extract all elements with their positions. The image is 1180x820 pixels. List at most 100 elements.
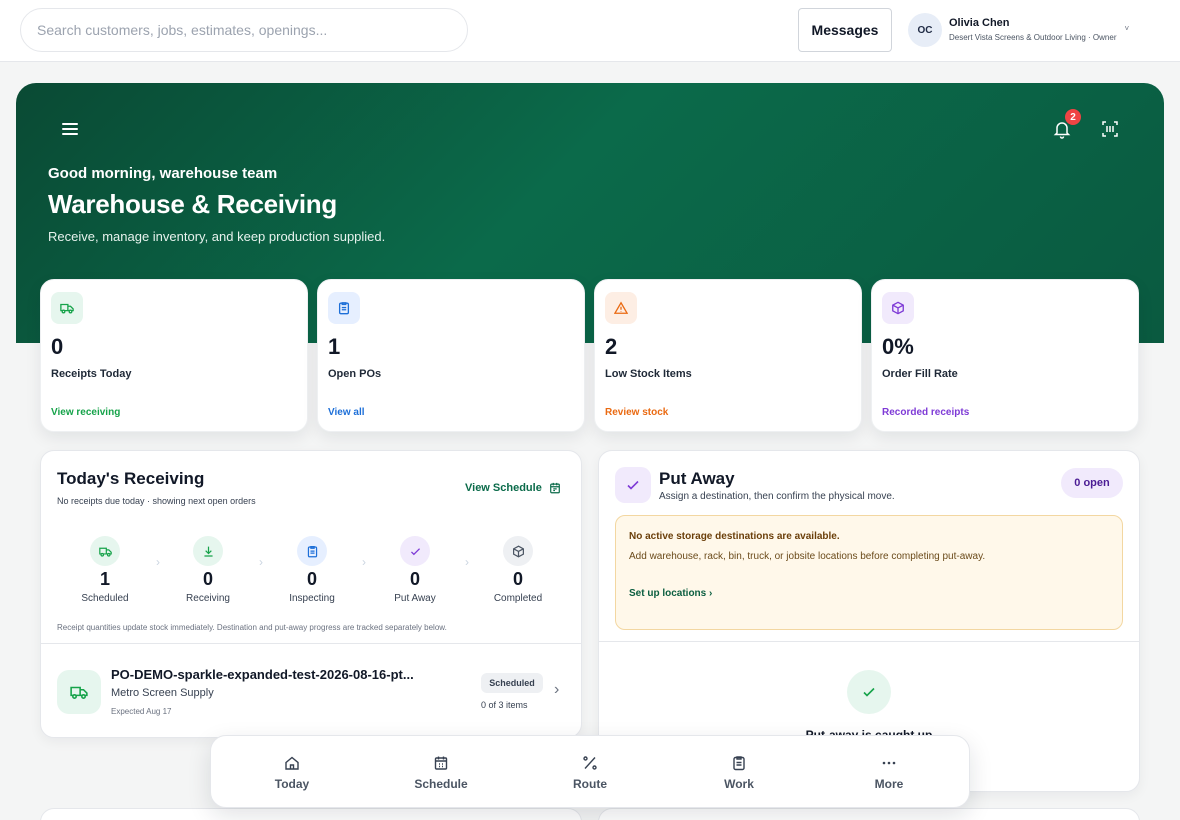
nav-route[interactable]: Route: [540, 754, 640, 791]
clipboard-icon: [730, 754, 748, 772]
stage-label: Receiving: [186, 593, 230, 604]
lower-card-left: [40, 808, 582, 820]
stat-card-open-pos[interactable]: 1 Open POs View all: [317, 279, 585, 432]
box-icon: [503, 536, 533, 566]
user-name: Olivia Chen: [949, 17, 1010, 29]
bottom-nav: Today Schedule Route Work More: [210, 735, 970, 808]
calendar-icon: [432, 754, 450, 772]
stat-value: 1: [328, 334, 341, 359]
stage-label: Completed: [493, 593, 543, 604]
stage-inspecting: 0 Inspecting: [267, 536, 357, 604]
nav-label: Schedule: [414, 777, 468, 791]
purchase-order-title[interactable]: PO-DEMO-sparkle-expanded-test-2026-08-16…: [111, 667, 451, 682]
check-icon: [615, 467, 651, 503]
page-subtitle: Receive, manage inventory, and keep prod…: [48, 229, 386, 244]
chevron-right-icon: ›: [465, 555, 469, 569]
nav-today[interactable]: Today: [242, 754, 342, 791]
set-up-locations-link[interactable]: Set up locations ›: [629, 588, 712, 599]
stage-label: Inspecting: [289, 593, 335, 604]
warning-text: Add warehouse, rack, bin, truck, or jobs…: [629, 551, 986, 562]
warning-icon: [605, 292, 637, 324]
check-circle-icon: [847, 670, 891, 714]
clipboard-icon: [328, 292, 360, 324]
nav-label: Today: [274, 777, 310, 791]
warning-panel: No active storage destinations are avail…: [615, 515, 1123, 630]
stat-value: 0: [51, 334, 64, 359]
nav-work[interactable]: Work: [689, 754, 789, 791]
chevron-right-icon: ›: [259, 555, 263, 569]
stage-put-away: 0 Put Away: [370, 536, 460, 604]
expected-date: Expected Aug 17: [111, 707, 172, 716]
card-subtitle: Assign a destination, then confirm the p…: [659, 491, 895, 502]
recorded-receipts-link[interactable]: Recorded receipts: [882, 407, 969, 418]
nav-more[interactable]: More: [839, 754, 939, 791]
lower-card-right: [598, 808, 1140, 820]
stat-card-low-stock[interactable]: 2 Low Stock Items Review stock: [594, 279, 862, 432]
divider: [41, 643, 581, 644]
user-role: Desert Vista Screens & Outdoor Living · …: [949, 33, 1117, 42]
avatar: OC: [908, 13, 942, 47]
stage-completed: 0 Completed: [473, 536, 563, 604]
messages-button[interactable]: Messages: [798, 8, 892, 52]
card-title: Put Away: [659, 469, 735, 488]
chevron-right-icon[interactable]: ›: [554, 681, 559, 699]
scan-icon[interactable]: [1101, 120, 1119, 138]
clipboard-icon: [297, 536, 327, 566]
menu-icon[interactable]: [62, 123, 78, 135]
notification-badge: 2: [1064, 108, 1082, 126]
check-icon: [400, 536, 430, 566]
truck-icon: [90, 536, 120, 566]
view-schedule-link[interactable]: View Schedule: [465, 482, 561, 494]
stage-count: 1: [99, 569, 110, 589]
route-icon: [581, 754, 599, 772]
view-schedule-label: View Schedule: [465, 482, 542, 494]
view-receiving-link[interactable]: View receiving: [51, 407, 120, 418]
stat-card-receipts[interactable]: 0 Receipts Today View receiving: [40, 279, 308, 432]
divider: [599, 641, 1139, 642]
card-title: Today's Receiving: [57, 469, 205, 488]
stat-label: Receipts Today: [51, 368, 132, 380]
home-icon: [283, 754, 301, 772]
greeting: Good morning, warehouse team: [48, 165, 278, 182]
items-progress: 0 of 3 items: [481, 700, 528, 710]
nav-schedule[interactable]: Schedule: [391, 754, 491, 791]
nav-label: More: [874, 777, 904, 791]
stage-label: Scheduled: [81, 593, 129, 604]
stage-count: 0: [512, 569, 523, 589]
view-all-link[interactable]: View all: [328, 407, 365, 418]
page-title: Warehouse & Receiving: [48, 189, 337, 219]
stat-value: 2: [605, 334, 618, 359]
status-badge: Scheduled: [481, 673, 543, 693]
stage-receiving: 0 Receiving: [163, 536, 253, 604]
chevron-right-icon: ›: [362, 555, 366, 569]
chevron-right-icon: ›: [156, 555, 160, 569]
receiving-note: Receipt quantities update stock immediat…: [57, 623, 447, 632]
top-bar: Messages OC Olivia Chen Desert Vista Scr…: [0, 0, 1180, 62]
stat-value: 0%: [882, 334, 914, 359]
user-menu[interactable]: OC Olivia Chen Desert Vista Screens & Ou…: [908, 12, 1158, 48]
stage-count: 0: [306, 569, 317, 589]
todays-receiving-card: Today's Receiving No receipts due today …: [40, 450, 582, 738]
nav-label: Work: [724, 777, 754, 791]
warning-title: No active storage destinations are avail…: [629, 531, 840, 542]
download-icon: [193, 536, 223, 566]
open-count-badge: 0 open: [1061, 468, 1123, 498]
stat-label: Order Fill Rate: [882, 368, 958, 380]
card-subtitle: No receipts due today · showing next ope…: [57, 496, 256, 506]
user-info: Olivia Chen Desert Vista Screens & Outdo…: [949, 16, 1116, 44]
search-input[interactable]: [20, 8, 468, 52]
stat-label: Open POs: [328, 368, 382, 380]
stat-card-fill-rate[interactable]: 0% Order Fill Rate Recorded receipts: [871, 279, 1139, 432]
more-icon: [880, 754, 898, 772]
calendar-icon: [549, 482, 560, 494]
chevron-down-icon[interactable]: ˅: [1124, 24, 1129, 33]
review-stock-link[interactable]: Review stock: [605, 407, 668, 418]
stage-count: 0: [409, 569, 420, 589]
supplier-name: Metro Screen Supply: [111, 687, 214, 699]
box-icon: [882, 292, 914, 324]
nav-label: Route: [573, 777, 607, 791]
stage-label: Put Away: [394, 593, 436, 604]
truck-icon: [51, 292, 83, 324]
stage-scheduled: 1 Scheduled: [60, 536, 150, 604]
stage-count: 0: [202, 569, 213, 589]
